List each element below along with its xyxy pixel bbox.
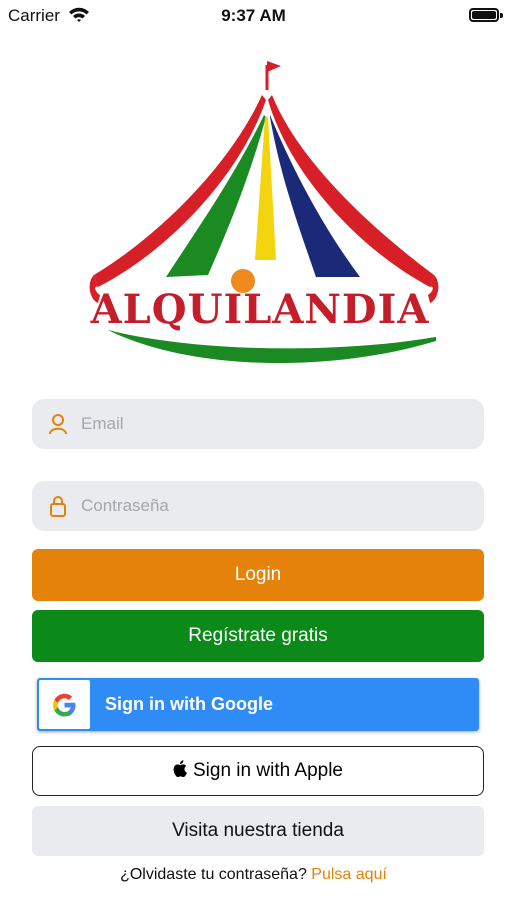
visit-store-button[interactable]: Visita nuestra tienda [32,806,484,856]
user-icon [49,414,67,435]
forgot-password: ¿Olvidaste tu contraseña? Pulsa aquí [0,866,507,884]
register-button[interactable]: Regístrate gratis [32,610,484,662]
email-field[interactable]: Email [32,399,484,449]
apple-signin-button[interactable]: Sign in with Apple [32,746,484,796]
email-placeholder: Email [81,414,124,433]
battery-tip [500,13,503,18]
password-placeholder: Contraseña [81,496,169,515]
clock: 9:37 AM [221,6,286,25]
apple-icon [173,760,187,778]
google-signin-button[interactable]: Sign in with Google [37,678,479,731]
google-logo-box [39,680,90,729]
apple-signin-label: Sign in with Apple [193,760,343,781]
forgot-password-text: ¿Olvidaste tu contraseña? [120,866,307,883]
password-field[interactable]: Contraseña [32,481,484,531]
lock-icon [50,496,66,517]
google-icon [53,693,76,717]
alquilandia-logo: ALQUILANDIA [90,61,439,364]
battery-icon [469,8,499,22]
google-signin-label: Sign in with Google [105,694,273,714]
login-button[interactable]: Login [32,549,484,601]
forgot-password-link[interactable]: Pulsa aquí [311,866,387,883]
logo-text: ALQUILANDIA [90,286,430,333]
status-bar: Carrier 9:37 AM [0,0,507,30]
